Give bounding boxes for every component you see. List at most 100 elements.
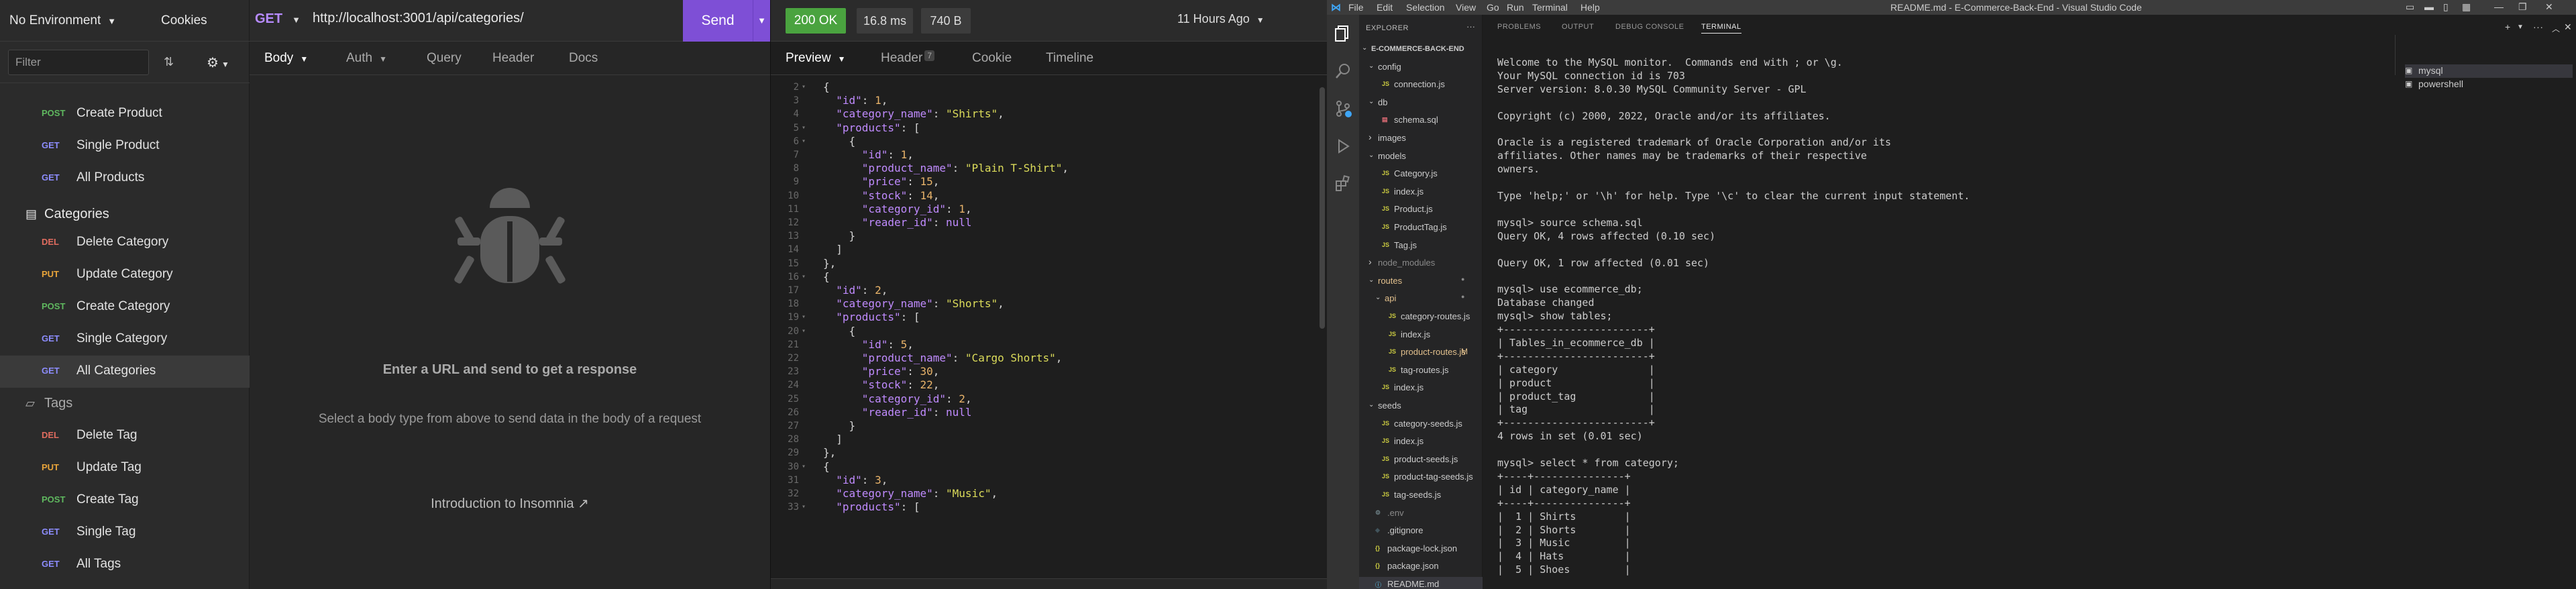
new-terminal-icon[interactable]: + [2505,21,2511,32]
search-icon[interactable] [1334,62,1352,81]
fold-arrow-icon[interactable]: ▾ [802,463,806,470]
explorer-item-env[interactable]: ⚙ .env [1359,506,1483,521]
explorer-item-category-routes-js[interactable]: JS category-routes.js [1359,309,1483,324]
request-item-single-tag[interactable]: GET Single Tag [0,517,250,549]
explorer-item-index-js[interactable]: JS index.js [1359,434,1483,449]
folder-categories[interactable]: ▤ Categories [0,199,250,231]
explorer-item-models[interactable]: ⌄ models [1359,149,1483,164]
filter-input[interactable]: Filter [8,50,149,75]
fold-arrow-icon[interactable]: ▾ [802,503,806,511]
explorer-item-e-commerce-back-end[interactable]: ⌄ E-COMMERCE-BACK-END [1359,42,1483,56]
explorer-item-package-json[interactable]: {} package.json [1359,559,1483,574]
source-control-icon[interactable] [1334,99,1352,118]
fold-arrow-icon[interactable]: ▾ [802,327,806,335]
fold-arrow-icon[interactable]: ▾ [802,138,806,145]
tab-docs[interactable]: Docs [569,51,598,66]
tab-debug-console[interactable]: DEBUG CONSOLE [1615,23,1684,31]
menu-help[interactable]: Help [1580,2,1600,13]
maximize-icon[interactable]: ❐ [2518,1,2527,13]
explorer-item-package-lock-json[interactable]: {} package-lock.json [1359,541,1483,556]
minimize-icon[interactable]: — [2494,1,2504,12]
chevron-down-icon[interactable]: ▼ [2517,23,2524,31]
tab-auth[interactable]: Auth ▼ [346,51,387,66]
panel-toggle-icon[interactable]: ▬ [2424,1,2434,12]
tab-terminal[interactable]: TERMINAL [1701,23,1741,34]
tab-body[interactable]: Body ▼ [264,51,308,66]
request-item-single-product[interactable]: GET Single Product [0,130,250,162]
request-item-update-category[interactable]: PUT Update Category [0,259,250,291]
request-item-update-tag[interactable]: PUT Update Tag [0,452,250,484]
fold-arrow-icon[interactable]: ▾ [802,124,806,131]
method-selector[interactable]: GET ▼ [255,11,301,27]
tab-output[interactable]: OUTPUT [1562,23,1594,31]
folder-tags[interactable]: ▱ Tags [0,388,250,420]
more-actions-icon[interactable]: ··· [1466,21,1475,32]
explorer-item-tag-seeds-js[interactable]: JS tag-seeds.js [1359,488,1483,502]
explorer-item-product-routes-js[interactable]: JS product-routes.js M [1359,345,1483,360]
response-filter-bar[interactable] [771,578,1328,589]
request-item-all-products[interactable]: GET All Products [0,162,250,195]
explorer-item-images[interactable]: › images [1359,131,1483,146]
explorer-item-product-seeds-js[interactable]: JS product-seeds.js [1359,452,1483,467]
environment-selector[interactable]: No Environment ▼ [9,13,116,28]
terminal-item-powershell[interactable]: ▣ powershell [2405,78,2573,91]
explorer-item-tag-routes-js[interactable]: JS tag-routes.js [1359,363,1483,378]
explorer-item-index-js[interactable]: JS index.js [1359,327,1483,342]
menu-view[interactable]: View [1456,2,1476,13]
fold-arrow-icon[interactable]: ▾ [802,273,806,280]
tab-header[interactable]: Header [492,51,534,66]
intro-link[interactable]: Introduction to Insomnia ↗ [250,495,770,512]
explorer-item-readme-md[interactable]: ⓘ README.md [1359,577,1483,589]
request-item-all-categories[interactable]: GET All Categories [0,356,250,388]
explorer-item-gitignore[interactable]: ◆ .gitignore [1359,523,1483,538]
url-input[interactable]: http://localhost:3001/api/categories/ [313,11,524,26]
explorer-item-category-js[interactable]: JS Category.js [1359,166,1483,181]
sidebar-toggle-icon[interactable]: ▯ [2443,1,2449,13]
tab-cookie[interactable]: Cookie [972,51,1012,66]
explorer-item-schema-sql[interactable]: ▤ schema.sql [1359,113,1483,127]
explorer-item-producttag-js[interactable]: JS ProductTag.js [1359,220,1483,235]
explorer-item-product-js[interactable]: JS Product.js [1359,202,1483,217]
terminal-item-mysql[interactable]: ▣ mysql [2405,64,2573,78]
history-dropdown[interactable]: 11 Hours Ago ▼ [1177,12,1265,26]
menu-run[interactable]: Run [1507,2,1524,13]
more-actions-icon[interactable]: ··· [2533,21,2544,32]
gear-icon[interactable]: ⚙ ▼ [207,54,229,71]
close-icon[interactable]: ✕ [2545,1,2553,13]
menu-file[interactable]: File [1348,2,1364,13]
run-debug-icon[interactable] [1334,137,1352,156]
cookies-button[interactable]: Cookies [161,13,207,28]
explorer-item-connection-js[interactable]: JS connection.js [1359,77,1483,92]
request-item-single-category[interactable]: GET Single Category [0,323,250,356]
tab-problems[interactable]: PROBLEMS [1497,23,1541,31]
close-panel-icon[interactable]: ✕ [2564,21,2572,33]
request-item-delete-category[interactable]: DEL Delete Category [0,227,250,259]
extensions-icon[interactable] [1334,174,1352,193]
explorer-item-api[interactable]: ⌄ api ● [1359,291,1483,306]
sort-icon[interactable]: ⇅ [164,55,174,69]
tab-preview[interactable]: Preview ▼ [786,51,845,66]
send-options-dropdown[interactable]: ▼ [753,0,770,42]
explorer-icon[interactable] [1334,24,1352,43]
explorer-item-seeds[interactable]: ⌄ seeds [1359,398,1483,413]
menu-edit[interactable]: Edit [1377,2,1393,13]
fold-arrow-icon[interactable]: ▾ [802,83,806,91]
request-item-create-product[interactable]: POST Create Product [0,98,250,130]
menu-go[interactable]: Go [1487,2,1499,13]
fold-arrow-icon[interactable]: ▾ [802,313,806,321]
response-json-viewer[interactable]: 2 ▾{3 "id": 1, 4 "category_name": "Shirts"… [771,75,1314,578]
customize-layout-icon[interactable]: ▦ [2462,1,2471,13]
explorer-item-index-js[interactable]: JS index.js [1359,380,1483,395]
explorer-item-product-tag-seeds-js[interactable]: JS product-tag-seeds.js [1359,470,1483,484]
request-item-create-tag[interactable]: POST Create Tag [0,484,250,517]
explorer-item-category-seeds-js[interactable]: JS category-seeds.js [1359,417,1483,431]
terminal-output[interactable]: Welcome to the MySQL monitor. Commands e… [1497,56,2302,586]
menu-selection[interactable]: Selection [1406,2,1445,13]
request-item-create-category[interactable]: POST Create Category [0,291,250,323]
menu-terminal[interactable]: Terminal [1532,2,1568,13]
explorer-item-index-js[interactable]: JS index.js [1359,184,1483,199]
layout-toggle-icon[interactable]: ▭ [2406,1,2414,13]
tab-query[interactable]: Query [427,51,462,66]
explorer-item-config[interactable]: ⌄ config [1359,60,1483,74]
maximize-panel-icon[interactable]: ︿ [2552,23,2561,34]
